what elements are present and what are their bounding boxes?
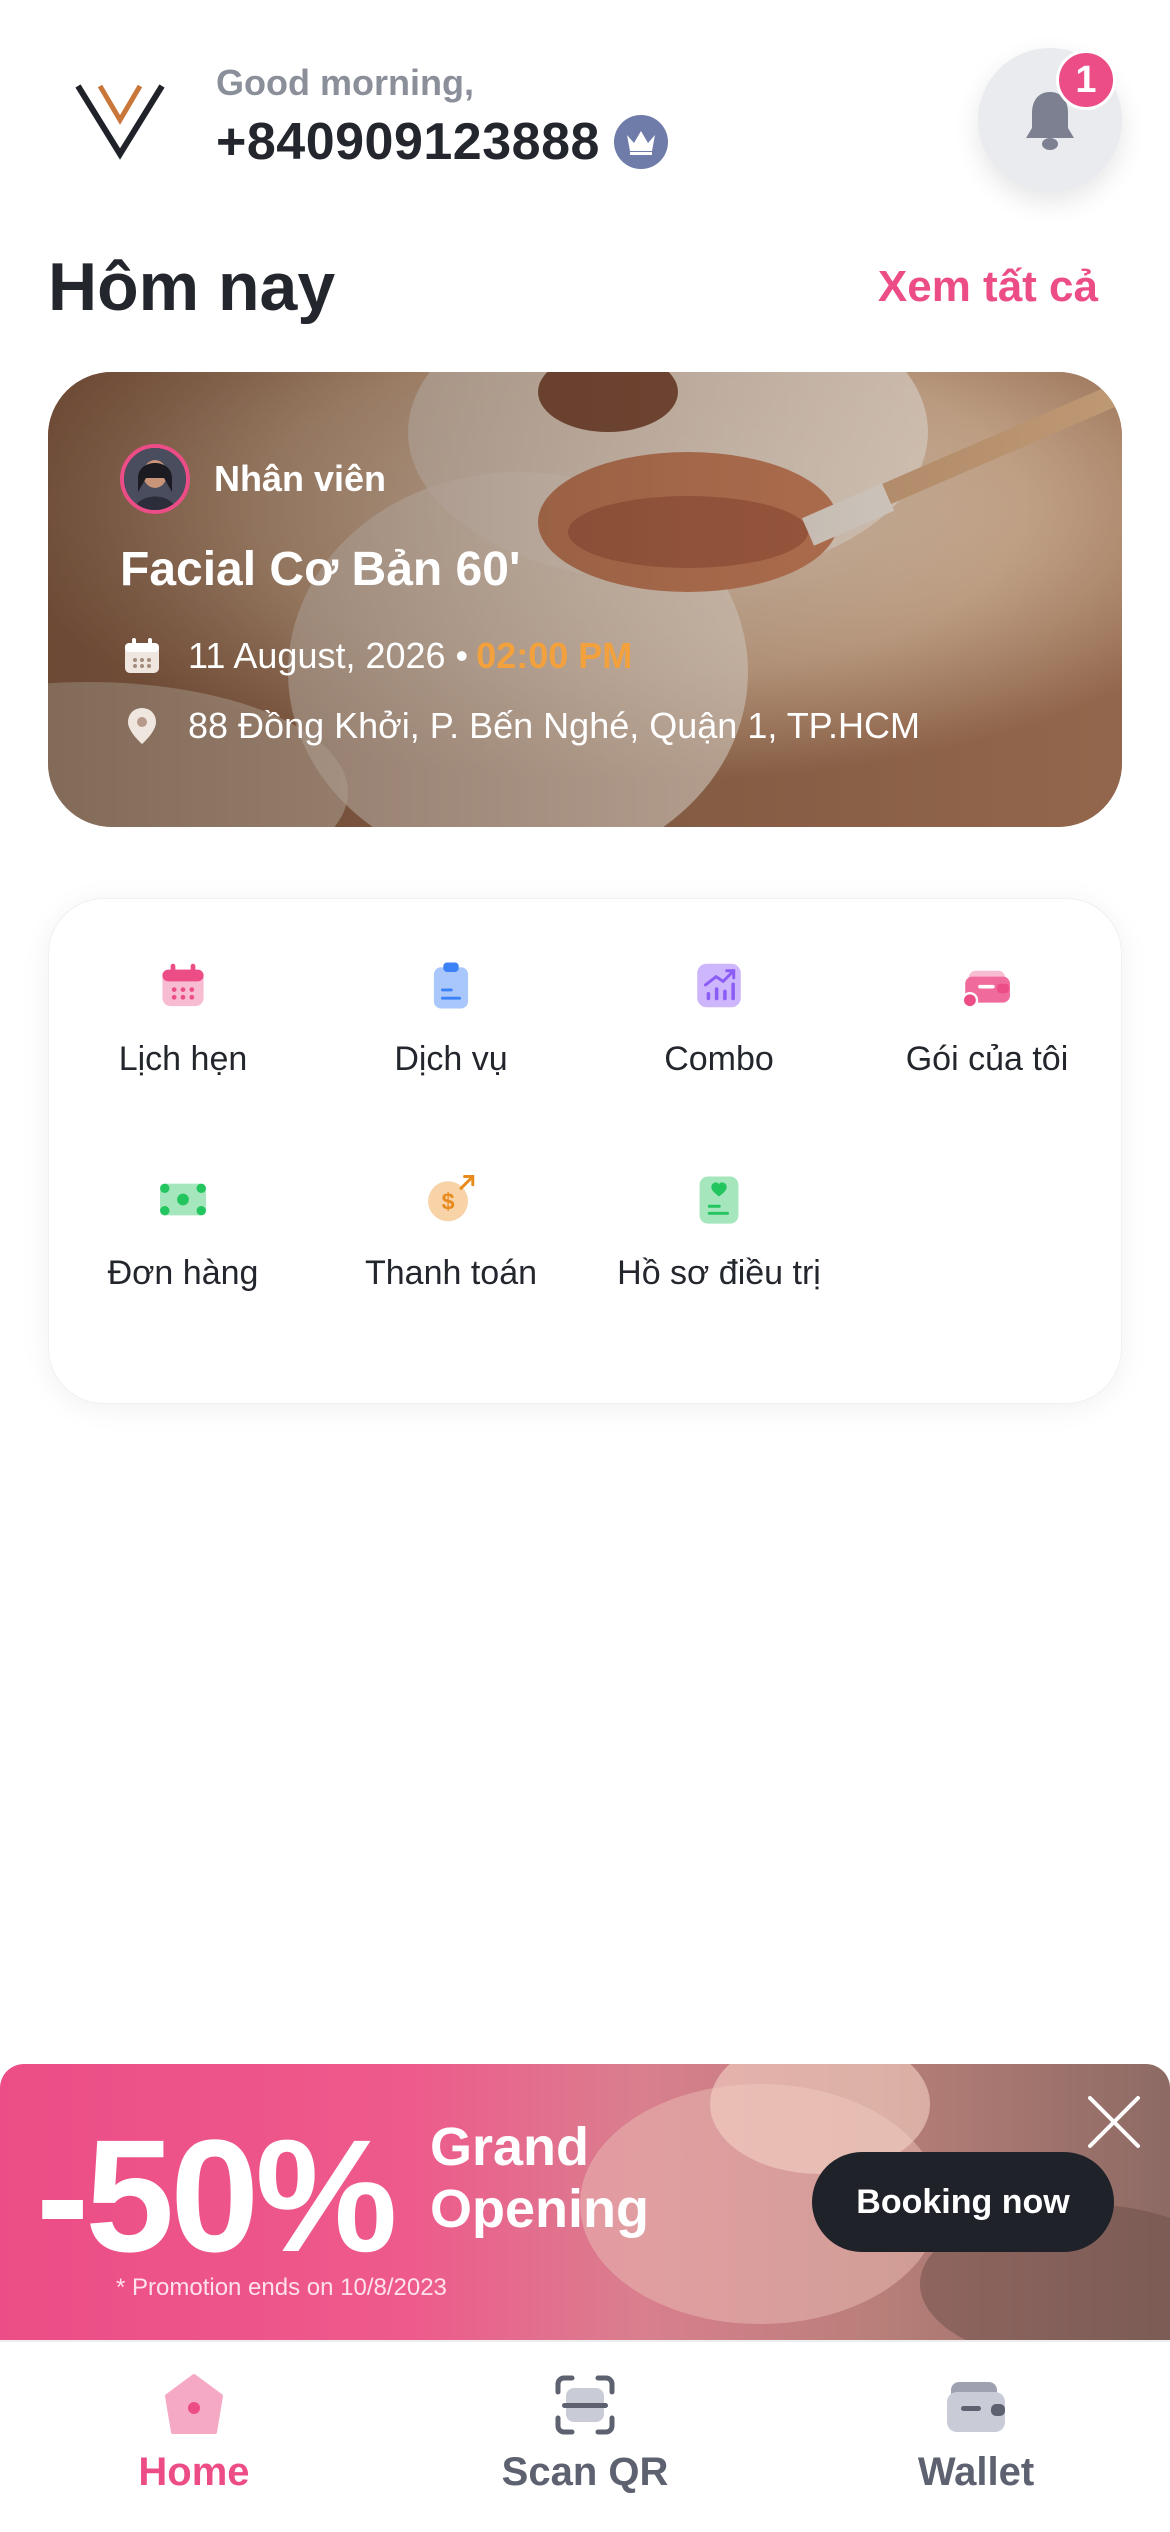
- section-title-today: Hôm nay: [48, 249, 336, 325]
- service-name: Facial Cơ Bản 60': [120, 543, 521, 596]
- promo-title-line1: Grand: [430, 2117, 590, 2177]
- nav-label: Home: [138, 2450, 250, 2494]
- menu-label: Gói của tôi: [905, 1040, 1069, 1078]
- card-overlay: [48, 372, 1122, 827]
- close-icon[interactable]: [1084, 2092, 1144, 2152]
- booking-now-button[interactable]: Booking now: [812, 2152, 1114, 2252]
- nav-label: Wallet: [917, 2450, 1035, 2494]
- appointment-time: 02:00 PM: [476, 635, 633, 676]
- promo-banner[interactable]: -50% Grand Opening * Promotion ends on 1…: [0, 2064, 1170, 2340]
- appointment-address-row: 88 Đồng Khởi, P. Bến Nghé, Quận 1, TP.HC…: [120, 704, 920, 748]
- appointment-address: 88 Đồng Khởi, P. Bến Nghé, Quận 1, TP.HC…: [188, 705, 921, 746]
- staff-row: Nhân viên: [120, 444, 386, 514]
- nav-scan-qr[interactable]: Scan QR: [455, 2370, 715, 2495]
- calendar-small-icon: [125, 638, 159, 673]
- user-phone-row: +840909123888: [216, 112, 668, 172]
- crown-icon: [613, 115, 668, 169]
- notification-badge: 1: [1056, 50, 1116, 110]
- svg-text:$: $: [442, 1189, 455, 1215]
- menu-item-appointments[interactable]: Lịch hẹn: [49, 899, 317, 1079]
- chart-up-icon: [697, 963, 741, 1008]
- greeting-text: Good morning,: [216, 62, 474, 103]
- menu-item-combo[interactable]: Combo: [585, 899, 853, 1079]
- menu-item-services[interactable]: Dịch vụ: [317, 899, 585, 1079]
- treatment-record-icon: [699, 1176, 739, 1224]
- nav-wallet[interactable]: Wallet: [846, 2370, 1106, 2495]
- staff-avatar: [120, 444, 190, 514]
- menu-label: Combo: [664, 1040, 774, 1078]
- header: Good morning, +840909123888 1: [0, 0, 1170, 220]
- menu-label: Thanh toán: [364, 1254, 538, 1292]
- menu-label: Dịch vụ: [394, 1040, 508, 1078]
- promo-discount: -50%: [36, 2106, 398, 2285]
- brand-logo: [75, 84, 165, 160]
- clipboard-icon: [433, 962, 469, 1009]
- appointment-card[interactable]: Nhân viên Facial Cơ Bản 60' 11 August, 2…: [48, 372, 1122, 827]
- wallet-icon: [947, 2382, 1005, 2432]
- appointment-date-row: 11 August, 2026 • 02:00 PM: [120, 634, 632, 678]
- home-icon: [165, 2374, 223, 2434]
- user-phone: +840909123888: [216, 113, 600, 171]
- bottom-navigation: Home Scan QR Wallet: [0, 2340, 1170, 2532]
- menu-label: Lịch hẹn: [118, 1040, 248, 1078]
- staff-label: Nhân viên: [214, 458, 387, 499]
- location-pin-icon: [128, 708, 156, 744]
- quick-menu-card: Lịch hẹn Dịch vụ Combo Gói của tôi Đơn h…: [48, 898, 1122, 1404]
- menu-label: Hồ sơ điều trị: [617, 1254, 821, 1292]
- promo-title-line2: Opening: [430, 2179, 649, 2239]
- cash-icon: [160, 1183, 206, 1216]
- payment-coin-icon: $: [428, 1175, 475, 1222]
- calendar-icon: [162, 963, 204, 1007]
- see-all-link[interactable]: Xem tất cả: [878, 262, 1098, 312]
- menu-item-payment[interactable]: $ Thanh toán: [317, 1113, 585, 1293]
- menu-item-orders[interactable]: Đơn hàng: [49, 1113, 317, 1293]
- scan-qr-icon: [555, 2375, 615, 2435]
- nav-home[interactable]: Home: [64, 2370, 324, 2495]
- promo-title: Grand Opening: [430, 2116, 649, 2240]
- menu-item-treatment-records[interactable]: Hồ sơ điều trị: [585, 1113, 853, 1293]
- appointment-date: 11 August, 2026 •: [188, 635, 469, 676]
- promo-note: * Promotion ends on 10/8/2023: [116, 2274, 447, 2301]
- package-card-icon: [961, 970, 1010, 1009]
- nav-label: Scan QR: [501, 2450, 669, 2494]
- menu-label: Đơn hàng: [107, 1254, 259, 1292]
- menu-item-my-packages[interactable]: Gói của tôi: [853, 899, 1121, 1079]
